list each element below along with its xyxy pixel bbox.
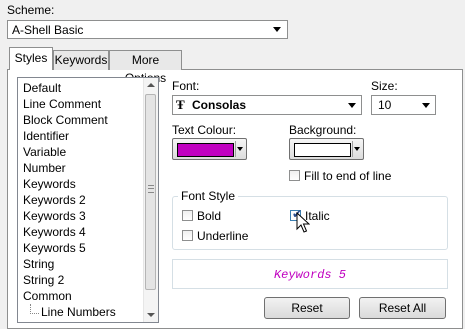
chevron-down-icon: [354, 147, 360, 151]
chevron-down-icon: [273, 27, 281, 32]
scheme-select[interactable]: A-Shell Basic: [7, 20, 288, 39]
scroll-up-icon[interactable]: [147, 83, 155, 87]
size-label: Size:: [371, 79, 398, 93]
tab-keywords[interactable]: Keywords: [53, 50, 109, 70]
grip-icon: [148, 185, 154, 193]
font-label: Font:: [172, 79, 200, 93]
reset-button[interactable]: Reset: [264, 297, 350, 319]
list-item[interactable]: Common: [23, 288, 72, 304]
list-item[interactable]: Default: [23, 80, 61, 96]
list-scrollbar[interactable]: [143, 78, 158, 322]
text-colour-label: Text Colour:: [172, 123, 237, 137]
size-select[interactable]: 10: [371, 95, 436, 115]
chevron-down-icon: [348, 103, 356, 108]
list-item[interactable]: Keywords 2: [23, 192, 86, 208]
scroll-down-icon[interactable]: [147, 313, 155, 317]
styles-list[interactable]: Default Line Comment Block Comment Ident…: [17, 77, 159, 323]
font-style-legend: Font Style: [178, 189, 239, 203]
tab-styles[interactable]: Styles: [9, 47, 53, 70]
chevron-down-icon: [237, 147, 243, 151]
tree-connector-line: [30, 304, 39, 314]
bold-label: Bold: [197, 209, 222, 223]
list-item[interactable]: Number: [23, 160, 66, 176]
scheme-select-value: A-Shell Basic: [12, 23, 84, 37]
background-label: Background:: [289, 123, 357, 137]
underline-label: Underline: [197, 229, 249, 243]
font-select[interactable]: Ŧ Consolas: [172, 95, 362, 115]
preview-text: Keywords 5: [273, 268, 346, 282]
list-item[interactable]: Line Comment: [23, 96, 101, 112]
scrollbar-thumb[interactable]: [145, 94, 156, 290]
list-item[interactable]: Block Comment: [23, 112, 108, 128]
style-preview: Keywords 5: [172, 259, 448, 289]
list-item[interactable]: Identifier: [23, 128, 69, 144]
font-select-value: Consolas: [192, 98, 247, 112]
bold-checkbox[interactable]: [182, 210, 193, 221]
chevron-down-icon: [422, 103, 430, 108]
fill-to-end-label: Fill to end of line: [304, 169, 392, 183]
list-item-selected[interactable]: Keywords 5: [23, 240, 86, 256]
list-item[interactable]: Keywords: [23, 176, 76, 192]
truetype-icon: Ŧ: [176, 97, 185, 112]
list-item[interactable]: Variable: [23, 144, 66, 160]
underline-checkbox[interactable]: [182, 230, 193, 241]
text-colour-picker[interactable]: [172, 138, 247, 160]
text-colour-swatch: [177, 143, 234, 157]
divider: [235, 141, 236, 157]
list-item[interactable]: String 2: [23, 272, 64, 288]
list-item[interactable]: Keywords 4: [23, 224, 86, 240]
background-colour-picker[interactable]: [289, 138, 364, 160]
reset-all-button[interactable]: Reset All: [359, 297, 446, 319]
list-item[interactable]: Keywords 3: [23, 208, 86, 224]
divider: [352, 141, 353, 157]
mouse-cursor-icon: [296, 212, 310, 233]
tab-more-options[interactable]: More Options: [109, 50, 182, 85]
background-colour-swatch: [294, 143, 351, 157]
scheme-label: Scheme:: [7, 3, 55, 17]
list-item[interactable]: String: [23, 256, 54, 272]
list-item[interactable]: Line Numbers: [41, 304, 116, 320]
fill-to-end-checkbox[interactable]: [289, 170, 300, 181]
size-select-value: 10: [378, 98, 392, 112]
